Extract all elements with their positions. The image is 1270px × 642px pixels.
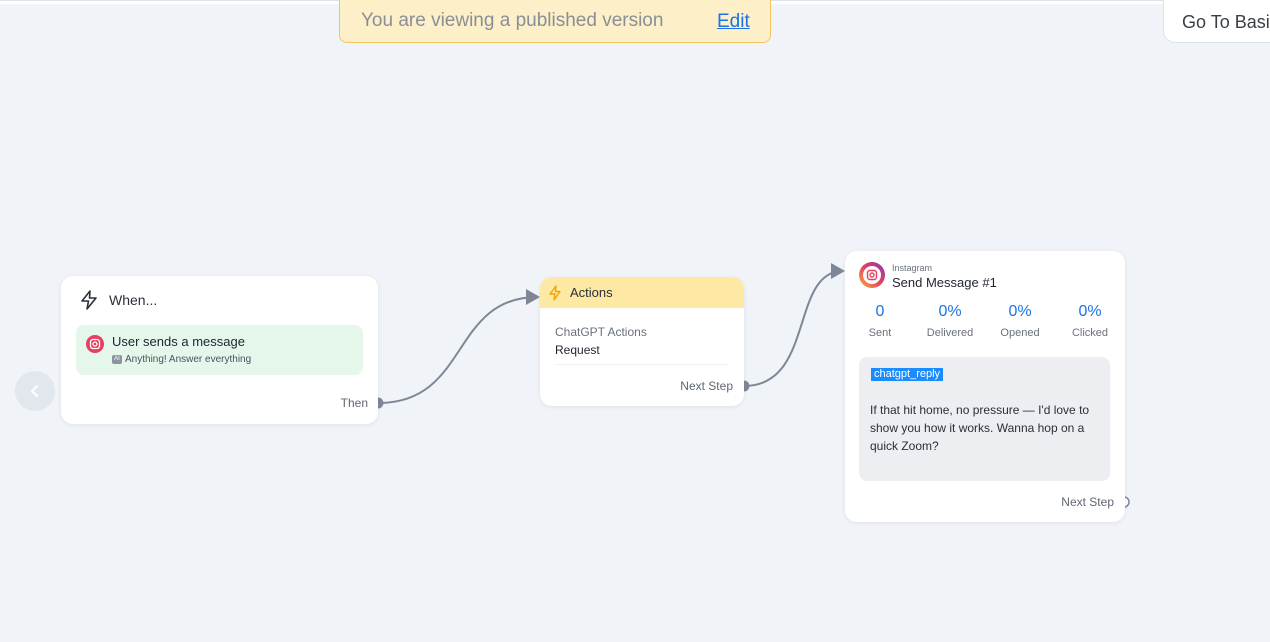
trigger-event-title: User sends a message [112,334,245,349]
message-stats: 0 Sent 0% Delivered 0% Opened 0% Clicked [845,303,1125,339]
stat-label: Opened [1000,327,1040,339]
message-body-box[interactable]: chatgpt_reply If that hit home, no press… [859,357,1110,481]
message-next-step-label: Next Step [1061,495,1114,509]
message-title: Send Message #1 [892,275,997,290]
instagram-icon [86,335,104,353]
action-type: Request [555,343,600,357]
banner-text: You are viewing a published version [361,10,664,31]
trigger-event[interactable]: User sends a message AI Anything! Answer… [76,325,363,375]
lightning-outline-icon [81,290,97,310]
lightning-filled-icon [549,284,561,301]
trigger-header: When... [79,290,157,310]
actions-card[interactable]: Actions ChatGPT Actions Request Next Ste… [540,277,744,406]
edit-link[interactable]: Edit [717,11,750,33]
stat-delivered: 0% Delivered [915,303,985,339]
then-label: Then [340,396,368,410]
actions-divider [555,364,729,365]
trigger-event-subtitle-row: AI Anything! Answer everything [112,354,251,365]
stat-label: Clicked [1071,327,1109,339]
actions-next-step-label: Next Step [680,379,733,393]
message-body-text: If that hit home, no pressure — I'd love… [870,403,1090,453]
stat-value: 0% [938,303,962,320]
stat-value: 0% [1008,303,1032,320]
variable-tag: chatgpt_reply [871,368,944,381]
actions-header: Actions [540,277,744,308]
trigger-card[interactable]: When... User sends a message AI Anything… [61,276,378,424]
send-message-card[interactable]: Instagram Send Message #1 0 Sent 0% Deli… [845,251,1125,522]
chevron-left-icon [30,385,38,397]
instagram-icon [859,262,885,288]
ai-icon: AI [112,355,122,364]
go-to-basic-button[interactable]: Go To Basi [1163,0,1270,43]
published-version-banner: You are viewing a published version Edit [339,0,771,43]
stat-value: 0 [875,303,885,320]
action-name: ChatGPT Actions [555,325,647,339]
connector-actions-to-message [743,263,845,387]
back-button[interactable] [15,371,55,411]
stat-value: 0% [1078,303,1102,320]
stat-opened: 0% Opened [985,303,1055,339]
stat-label: Delivered [926,327,974,339]
stat-label: Sent [868,327,892,339]
stat-sent: 0 Sent [845,303,915,339]
connector-trigger-to-actions [377,289,540,404]
actions-header-label: Actions [570,285,613,300]
stat-clicked: 0% Clicked [1055,303,1125,339]
message-platform: Instagram [892,263,933,273]
trigger-title: When... [109,292,158,308]
trigger-event-subtitle: Anything! Answer everything [125,354,252,365]
